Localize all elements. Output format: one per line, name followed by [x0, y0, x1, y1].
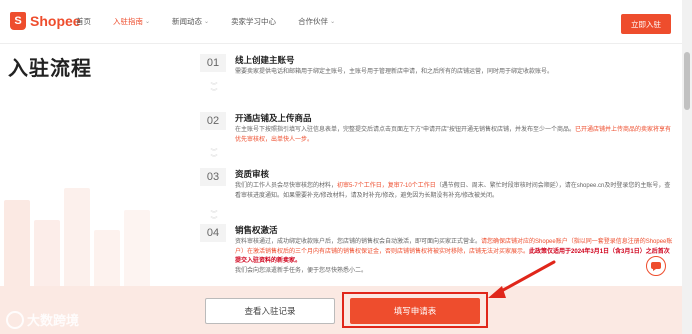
- nav-item-guide[interactable]: 入驻指南 ⌄: [113, 16, 150, 27]
- step-title: 线上创建主账号: [235, 55, 295, 65]
- chevron-down-icon: ︾ ︾: [210, 149, 218, 162]
- desc-text: 我们的工作人员会尽快审核您的材料，: [235, 183, 338, 189]
- nav-label: 入驻指南: [113, 17, 143, 26]
- nav-label: 卖家学习中心: [231, 17, 277, 26]
- step-1: 01 线上创建主账号 需要卖家提供电话和邮箱用于绑定主账号，主账号用于管理新店申…: [200, 54, 680, 94]
- nav-label: 首页: [76, 17, 91, 26]
- chat-support-icon[interactable]: [646, 256, 666, 276]
- bottom-action-bar: [0, 286, 682, 334]
- annotation-highlight-box: [342, 292, 488, 328]
- step-2: 02 开通店铺及上传商品 在主账号下按照指引填写入驻信息表单，完整提交后请点击页…: [200, 112, 680, 156]
- page-title: 入驻流程: [8, 58, 92, 80]
- chevron-down-icon: ⌄: [204, 19, 210, 25]
- nav-item-learning[interactable]: 卖家学习中心: [231, 16, 276, 27]
- shopee-bag-icon: S: [10, 12, 26, 30]
- step-4: 04 销售权激活 资料审核通过，成功绑定收款账户后，您店铺的销售权会自动激活，即…: [200, 224, 680, 284]
- nav-item-news[interactable]: 新闻动态 ⌄: [172, 16, 209, 27]
- watermark-logo: 大数跨境: [6, 310, 79, 329]
- nav-label: 新闻动态: [172, 17, 203, 26]
- step-description: 资料审核通过，成功绑定收款账户后，您店铺的销售权会自动激活，即可面向买家正式营业…: [235, 238, 675, 276]
- annotation-arrow-icon: [488, 260, 556, 298]
- scrollbar-thumb[interactable]: [684, 52, 690, 110]
- join-now-button[interactable]: 立即入驻: [621, 14, 671, 34]
- step-title: 销售权激活: [235, 225, 278, 235]
- chevron-down-icon: ︾ ︾: [210, 83, 218, 96]
- decorative-graphic: [0, 180, 190, 300]
- page-scrollbar[interactable]: [682, 0, 692, 334]
- view-records-button[interactable]: 查看入驻记录: [205, 298, 335, 324]
- top-header: S Shopee 首页 入驻指南 ⌄ 新闻动态 ⌄ 卖家学习中心 合作伙伴 ⌄ 立即入…: [0, 0, 692, 44]
- chevron-down-icon: ⌄: [330, 19, 336, 25]
- step-description: 我们的工作人员会尽快审核您的材料，初审5-7个工作日，复审7-10个工作日（遇节…: [235, 182, 675, 201]
- step-description: 在主账号下按照指引填写入驻信息表单，完整提交后请点击页面左下方“申请开店”按钮开…: [235, 126, 675, 145]
- step-number: 04: [200, 224, 226, 242]
- step-number: 02: [200, 112, 226, 130]
- step-title: 资质审核: [235, 169, 270, 179]
- desc-text: 在主账号下按照指引填写入驻信息表单，完整提交后请点击页面左下方“申请开店”按钮开…: [235, 127, 575, 133]
- desc-highlight: 初审5-7个工作日，复审7-10个工作日: [337, 183, 436, 189]
- desc-text: 我们会向您派遣新手任务，便于您尽快熟悉小二。: [235, 267, 368, 274]
- step-3: 03 资质审核 我们的工作人员会尽快审核您的材料，初审5-7个工作日，复审7-1…: [200, 168, 680, 218]
- shopee-logo[interactable]: S Shopee: [10, 12, 81, 30]
- chevron-down-icon: ︾ ︾: [210, 211, 218, 224]
- step-title: 开通店铺及上传商品: [235, 113, 312, 123]
- nav-item-partners[interactable]: 合作伙伴 ⌄: [298, 16, 335, 27]
- nav-label: 合作伙伴: [298, 17, 329, 26]
- watermark-text: 大数跨境: [27, 313, 80, 328]
- nav-item-home[interactable]: 首页: [76, 16, 91, 27]
- watermark-circle-icon: [6, 310, 24, 329]
- chevron-down-icon: ⌄: [145, 19, 151, 25]
- step-number: 01: [200, 54, 226, 72]
- logo-text: Shopee: [30, 13, 81, 29]
- main-nav: 首页 入驻指南 ⌄ 新闻动态 ⌄ 卖家学习中心 合作伙伴 ⌄: [76, 16, 357, 27]
- desc-text: 资料审核通过，成功绑定收款账户后，您店铺的销售权会自动激活，即可面向买家正式营业…: [235, 239, 482, 245]
- step-number: 03: [200, 168, 226, 186]
- step-description: 需要卖家提供电话和邮箱用于绑定主账号，主账号用于管理新店申请，和之后所有的店铺运…: [235, 69, 554, 75]
